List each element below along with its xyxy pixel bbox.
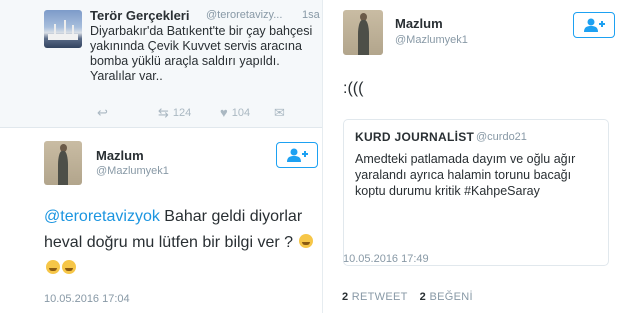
quoted-tweet-text: Amedteki patlamada dayım ve oğlu ağır ya… [355,152,576,198]
crying-laughing-emoji-icon [62,260,76,274]
like-stat[interactable]: 2 BEĞENİ [420,291,473,303]
retweet-count: 2 [342,291,349,303]
author-name[interactable]: Mazlum [96,148,144,163]
tweet-text: @teroretavizyok Bahar geldi diyorlar hev… [44,204,314,282]
author-handle[interactable]: @Mazlumyek1 [96,165,169,177]
like-icon: ♥ [220,105,228,120]
like-count: 2 [419,291,427,303]
follow-button[interactable] [276,142,318,168]
tweet-date[interactable]: 10.05.2016 17:04 [44,293,130,305]
author-handle[interactable]: @teroretavizy... [206,9,282,21]
retweet-label: RETWEET [351,291,408,303]
author-name[interactable]: Terör Gerçekleri [90,8,189,23]
add-user-icon [584,18,605,32]
like-count: 104 [231,106,251,119]
avatar[interactable] [343,10,383,55]
tweet-terror-gercekleri[interactable]: Terör Gerçekleri @teroretavizy... 1sa Di… [0,0,322,128]
avatar[interactable] [44,10,82,48]
quoted-author-name: KURD JOURNALİST [355,130,475,144]
like-button[interactable]: ♥ 104 [220,105,250,120]
crying-laughing-emoji-icon [299,234,314,248]
quoted-author-handle: @curdo21 [476,131,527,143]
tweet-text: :((( [343,80,364,97]
message-button[interactable]: ✉ [274,105,285,121]
retweet-count: 124 [172,107,192,119]
tweet-date[interactable]: 10.05.2016 17:49 [343,253,429,265]
like-label: BEĞENİ [429,291,473,303]
retweet-stat[interactable]: 2 RETWEET [342,291,408,303]
retweet-icon: ⇆ [158,105,169,120]
retweet-button[interactable]: ⇆ 124 [158,105,191,121]
crying-laughing-emoji-icon [46,260,60,274]
tweet-stats: 2 RETWEET 2 BEĞENİ [342,291,473,303]
column-divider [322,0,323,313]
tweet-text: Diyarbakır'da Batıkent'te bir çay bahçes… [90,24,313,83]
mention-link[interactable]: @teroretavizyok [44,208,160,225]
follow-button[interactable] [573,12,615,38]
add-user-icon [287,148,308,162]
quoted-tweet-card[interactable]: KURD JOURNALİST @curdo21 Amedteki patlam… [343,119,609,266]
message-icon: ✉ [274,105,285,120]
reply-button[interactable]: ↩ [97,105,108,121]
tweet-time[interactable]: 1sa [302,9,320,21]
avatar[interactable] [44,141,82,185]
author-handle[interactable]: @Mazlumyek1 [395,34,468,46]
reply-icon: ↩ [97,105,108,120]
author-name[interactable]: Mazlum [395,16,443,31]
